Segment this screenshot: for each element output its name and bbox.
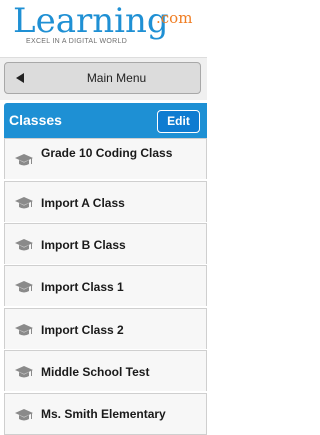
class-item-label: Ms. Smith Elementary	[41, 407, 166, 421]
class-item-label: Middle School Test	[41, 365, 150, 379]
main-menu-bar: Main Menu	[0, 57, 207, 100]
main-menu-button[interactable]: Main Menu	[4, 62, 201, 94]
graduation-cap-icon	[15, 197, 33, 209]
class-item-grade-10-coding-class[interactable]: Grade 10 Coding Class	[4, 138, 207, 179]
graduation-cap-icon	[15, 324, 33, 336]
graduation-cap-icon	[15, 239, 33, 251]
class-list: Grade 10 Coding Class Import A Class Imp…	[4, 138, 207, 435]
edit-button[interactable]: Edit	[157, 110, 200, 133]
learning-com-logo[interactable]: Learning .com EXCEL IN A DIGITAL WORLD	[13, 1, 203, 50]
graduation-cap-icon	[15, 154, 33, 166]
logo-suffix: .com	[156, 9, 193, 27]
graduation-cap-icon	[15, 366, 33, 378]
main-menu-label: Main Menu	[86, 71, 147, 85]
logo-wordmark: Learning	[13, 1, 169, 41]
header: Learning .com EXCEL IN A DIGITAL WORLD	[0, 0, 207, 57]
graduation-cap-icon	[15, 409, 33, 421]
class-item-label: Import Class 1	[41, 280, 124, 294]
class-item-label: Import Class 2	[41, 323, 124, 337]
class-item-import-b-class[interactable]: Import B Class	[4, 223, 207, 264]
classes-title: Classes	[9, 112, 62, 128]
class-item-label: Import A Class	[41, 196, 125, 210]
class-item-import-class-2[interactable]: Import Class 2	[4, 308, 207, 349]
class-item-import-a-class[interactable]: Import A Class	[4, 181, 207, 222]
class-item-import-class-1[interactable]: Import Class 1	[4, 265, 207, 306]
class-item-label: Import B Class	[41, 238, 126, 252]
class-item-label: Grade 10 Coding Class	[41, 146, 173, 160]
classes-header: Classes Edit	[4, 103, 207, 138]
graduation-cap-icon	[15, 281, 33, 293]
class-item-ms-smith-elementary[interactable]: Ms. Smith Elementary	[4, 393, 207, 435]
logo-tagline: EXCEL IN A DIGITAL WORLD	[26, 38, 128, 45]
class-item-middle-school-test[interactable]: Middle School Test	[4, 350, 207, 391]
